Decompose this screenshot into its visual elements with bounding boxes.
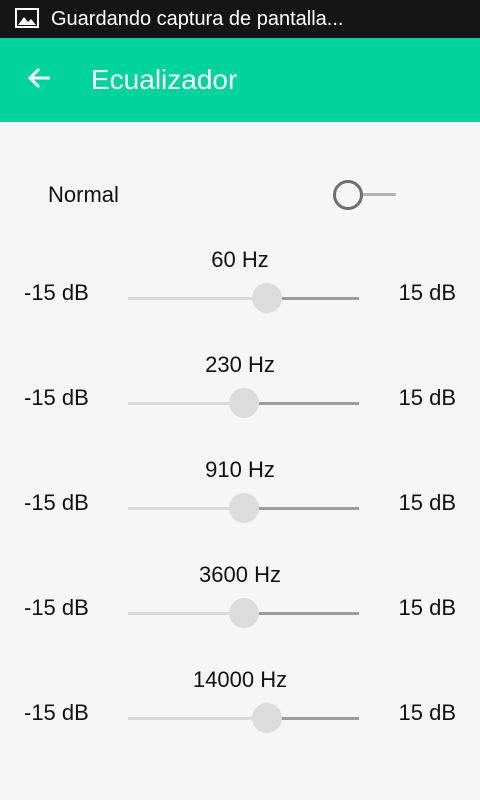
band-3600hz: 3600 Hz -15 dB 15 dB (0, 563, 480, 668)
band-max-label: 15 dB (398, 385, 457, 410)
slider-thumb[interactable] (252, 703, 282, 733)
band-slider[interactable] (128, 598, 359, 628)
band-min-label: -15 dB (24, 490, 89, 515)
band-min-label: -15 dB (24, 700, 89, 725)
switch-thumb (333, 180, 363, 210)
slider-track-right (244, 612, 359, 615)
band-910hz: 910 Hz -15 dB 15 dB (0, 458, 480, 563)
band-14000hz: 14000 Hz -15 dB 15 dB (0, 668, 480, 773)
band-slider[interactable] (128, 388, 359, 418)
band-frequency-label: 60 Hz (211, 247, 269, 272)
band-min-label: -15 dB (24, 385, 89, 410)
slider-thumb[interactable] (229, 493, 259, 523)
band-230hz: 230 Hz -15 dB 15 dB (0, 353, 480, 458)
slider-track-left (128, 402, 244, 405)
band-max-label: 15 dB (398, 595, 457, 620)
band-max-label: 15 dB (398, 280, 457, 305)
band-frequency-label: 910 Hz (205, 457, 275, 482)
page-title: Ecualizador (91, 64, 238, 95)
status-bar: Guardando captura de pantalla... (0, 0, 480, 38)
band-max-label: 15 dB (398, 700, 457, 725)
band-frequency-label: 230 Hz (205, 352, 275, 377)
band-slider[interactable] (128, 283, 359, 313)
preset-label: Normal (48, 182, 119, 207)
slider-track-left (128, 297, 267, 300)
slider-track-left (128, 717, 267, 720)
band-min-label: -15 dB (24, 280, 89, 305)
band-slider[interactable] (128, 703, 359, 733)
status-notification-text: Guardando captura de pantalla... (51, 8, 344, 30)
band-max-label: 15 dB (398, 490, 457, 515)
slider-track-right (244, 402, 359, 405)
band-frequency-label: 3600 Hz (199, 562, 281, 587)
app-bar: Ecualizador (0, 38, 480, 122)
arrow-left-icon (26, 64, 54, 97)
preset-row: Normal (0, 168, 480, 222)
back-button[interactable] (16, 56, 64, 104)
slider-thumb[interactable] (229, 388, 259, 418)
band-60hz: 60 Hz -15 dB 15 dB (0, 248, 480, 353)
equalizer-toggle-switch[interactable] (332, 180, 398, 210)
band-slider[interactable] (128, 493, 359, 523)
slider-track-left (128, 507, 244, 510)
band-frequency-label: 14000 Hz (192, 667, 288, 692)
slider-thumb[interactable] (229, 598, 259, 628)
band-min-label: -15 dB (24, 595, 89, 620)
slider-thumb[interactable] (252, 283, 282, 313)
image-icon (15, 8, 39, 28)
slider-track-right (244, 507, 359, 510)
slider-track-left (128, 612, 244, 615)
